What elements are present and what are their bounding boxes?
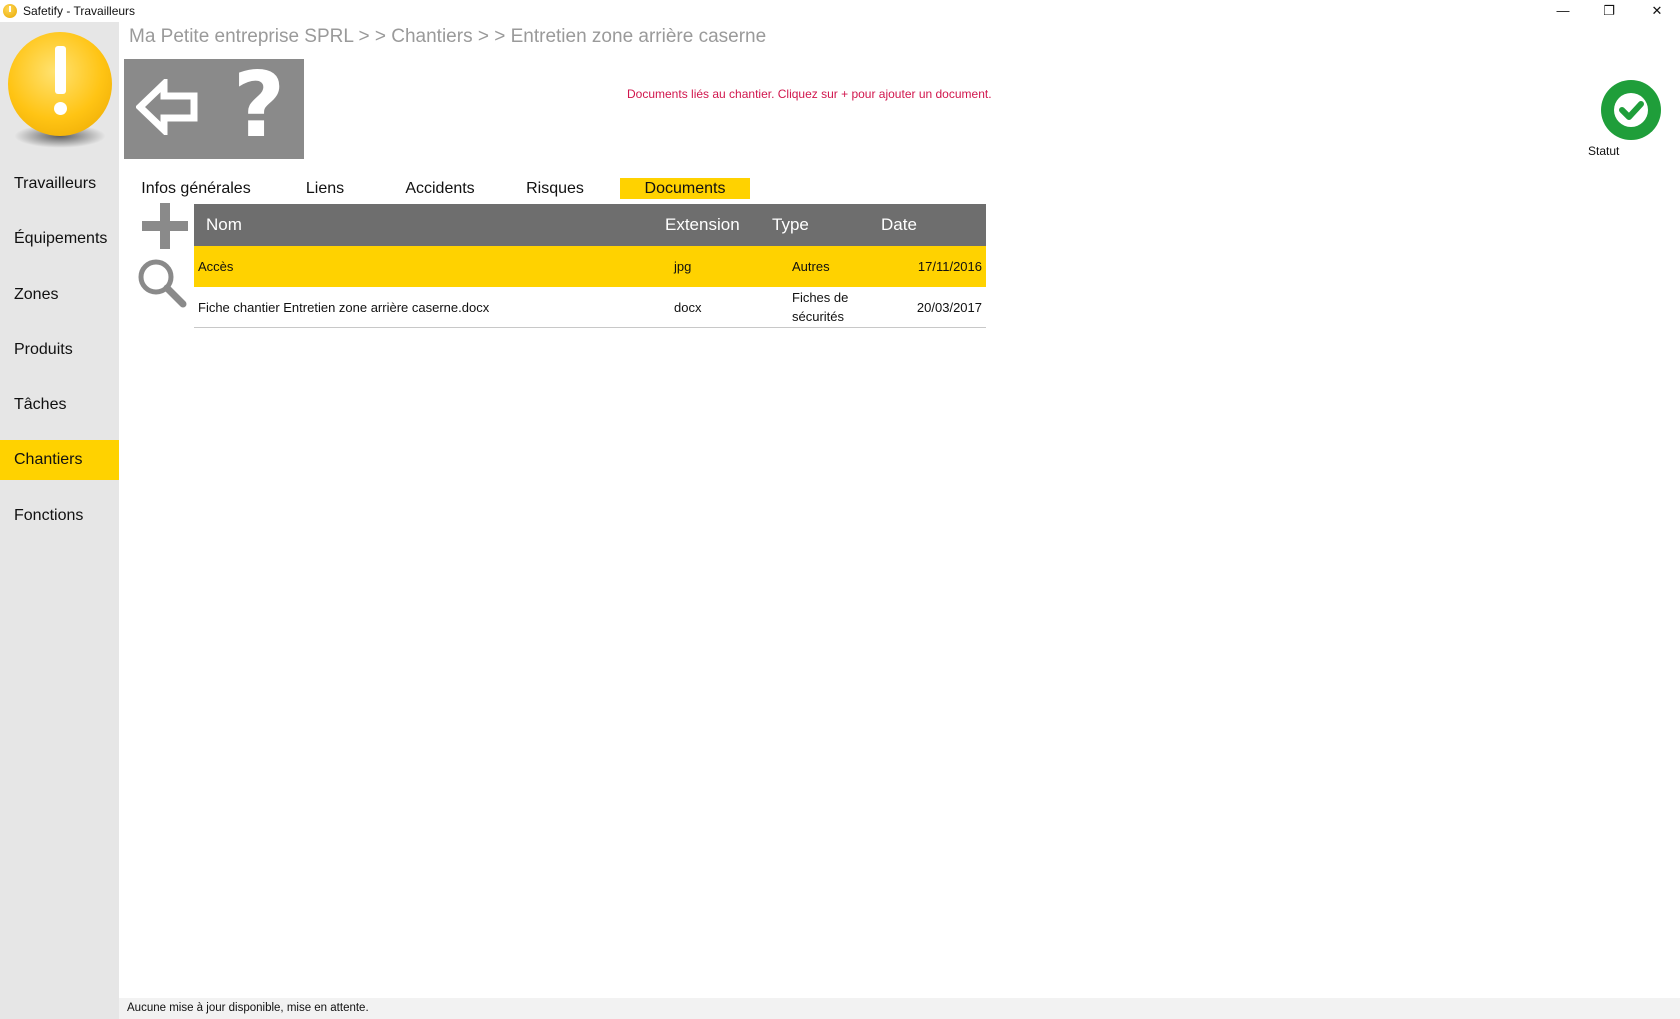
- back-button[interactable]: [134, 75, 200, 139]
- safetify-logo-icon: [8, 32, 112, 136]
- status-bar-text: Aucune mise à jour disponible, mise en a…: [127, 1002, 369, 1014]
- sidebar-item-chantiers[interactable]: Chantiers: [0, 440, 119, 480]
- table-row[interactable]: Fiche chantier Entretien zone arrière ca…: [194, 287, 986, 328]
- cell-extension: jpg: [674, 258, 692, 274]
- sidebar-item-travailleurs[interactable]: Travailleurs: [0, 164, 119, 204]
- tab-risques[interactable]: Risques: [520, 178, 590, 199]
- column-header-extension[interactable]: Extension: [665, 204, 740, 246]
- tab-liens[interactable]: Liens: [295, 178, 355, 199]
- close-button[interactable]: ✕: [1634, 0, 1680, 22]
- cell-date: 20/03/2017: [916, 299, 982, 315]
- tab-infos-generales[interactable]: Infos générales: [138, 178, 254, 199]
- column-header-nom[interactable]: Nom: [206, 204, 242, 246]
- column-header-type[interactable]: Type: [772, 204, 809, 246]
- search-icon[interactable]: [137, 258, 187, 308]
- column-header-date[interactable]: Date: [881, 204, 917, 246]
- tab-documents[interactable]: Documents: [620, 178, 750, 199]
- cell-type: Fiches de sécurités: [792, 290, 849, 324]
- sidebar-item-fonctions[interactable]: Fonctions: [0, 496, 119, 536]
- add-document-button[interactable]: [142, 203, 188, 249]
- status-check-icon[interactable]: [1601, 80, 1661, 140]
- toolbar: ?: [124, 59, 304, 159]
- sidebar-item-taches[interactable]: Tâches: [0, 385, 119, 425]
- cell-type: Autres: [792, 258, 830, 274]
- info-message: Documents liés au chantier. Cliquez sur …: [627, 87, 992, 101]
- status-bar: Aucune mise à jour disponible, mise en a…: [119, 998, 1680, 1019]
- cell-nom: Accès: [198, 258, 234, 274]
- tab-accidents[interactable]: Accidents: [395, 178, 485, 199]
- table-header: Nom Extension Type Date: [194, 204, 986, 246]
- back-arrow-icon: [134, 75, 198, 139]
- window-title: Safetify - Travailleurs: [23, 4, 136, 18]
- cell-extension: docx: [674, 299, 702, 315]
- documents-table: Nom Extension Type Date Accès jpg Autres…: [194, 204, 986, 328]
- title-bar: Safetify - Travailleurs — ❐ ✕: [0, 0, 1680, 22]
- sidebar: Travailleurs Équipements Zones Produits …: [0, 22, 119, 1019]
- status-label: Statut: [1588, 144, 1620, 158]
- sidebar-item-zones[interactable]: Zones: [0, 275, 119, 315]
- help-button[interactable]: ?: [224, 61, 294, 151]
- app-icon: [3, 4, 17, 18]
- cell-nom: Fiche chantier Entretien zone arrière ca…: [198, 299, 490, 315]
- minimize-button[interactable]: —: [1540, 0, 1586, 22]
- breadcrumb: Ma Petite entreprise SPRL > > Chantiers …: [129, 26, 767, 47]
- sidebar-item-equipements[interactable]: Équipements: [0, 219, 119, 259]
- sidebar-item-produits[interactable]: Produits: [0, 330, 119, 370]
- restore-button[interactable]: ❐: [1586, 0, 1632, 22]
- table-row[interactable]: Accès jpg Autres 17/11/2016: [194, 246, 986, 287]
- cell-date: 17/11/2016: [917, 258, 982, 274]
